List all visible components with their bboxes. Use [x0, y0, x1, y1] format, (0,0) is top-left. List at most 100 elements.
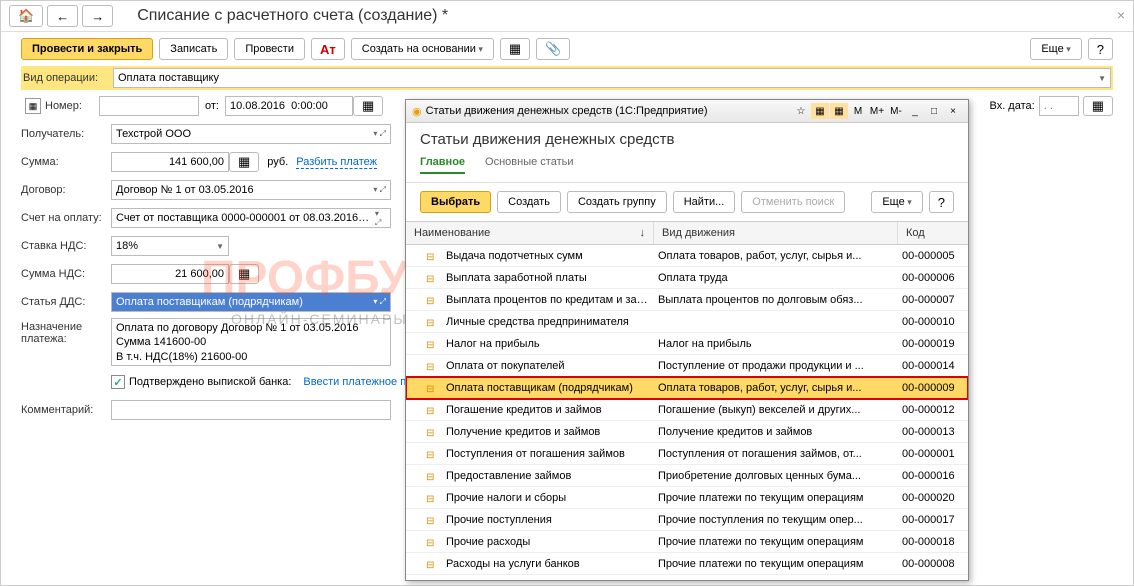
col-name[interactable]: Наименование↓ [406, 222, 654, 244]
cell-name: Расходы на услуги банков [406, 558, 654, 570]
table-row[interactable]: Получение кредитов и займовПолучение кре… [406, 421, 968, 443]
select-button[interactable]: Выбрать [420, 191, 491, 213]
table-row[interactable]: Расходы на услуги банковПрочие платежи п… [406, 553, 968, 575]
help-button[interactable]: ? [1088, 38, 1113, 60]
purpose-textarea[interactable]: Оплата по договору Договор № 1 от 03.05.… [111, 318, 391, 366]
table-row[interactable]: Выплата процентов по кредитам и займамВы… [406, 289, 968, 311]
sum-label: Сумма: [21, 153, 111, 171]
sum-input[interactable] [111, 152, 229, 172]
calendar-button[interactable]: ▦ [353, 96, 383, 116]
vat-sum-input[interactable] [111, 264, 229, 284]
app-icon: ◉ [412, 105, 422, 118]
op-type-select[interactable]: Оплата поставщику▼ [113, 68, 1111, 88]
back-button[interactable]: ← [47, 5, 78, 27]
table-row[interactable]: Прочие расходыПрочие платежи по текущим … [406, 531, 968, 553]
table-row[interactable]: Личные средства предпринимателя00-000010 [406, 311, 968, 333]
table-row[interactable]: Поступления от погашения займовПоступлен… [406, 443, 968, 465]
save-button[interactable]: Записать [159, 38, 228, 60]
forward-button[interactable]: → [82, 5, 113, 27]
find-button[interactable]: Найти... [673, 191, 736, 213]
mplus-icon[interactable]: M+ [868, 103, 886, 119]
table-row[interactable]: Оплата от покупателейПоступление от прод… [406, 355, 968, 377]
attach-button[interactable]: 📎 [536, 38, 570, 60]
fav-icon[interactable]: ☆ [792, 103, 810, 119]
date-input[interactable] [225, 96, 353, 116]
calc2-icon[interactable]: ▦ [811, 103, 829, 119]
create-button[interactable]: Создать [497, 191, 561, 213]
dk-button[interactable]: Aт [311, 38, 345, 60]
table-row[interactable]: Выплата заработной платыОплата труда00-0… [406, 267, 968, 289]
chevron-icon: ▼ [216, 242, 224, 251]
currency-label: руб. [267, 156, 288, 168]
post-button[interactable]: Провести [234, 38, 305, 60]
payee-select[interactable]: Техстрой ООО▾ ⤢ [111, 124, 391, 144]
cell-code: 00-000006 [898, 272, 968, 284]
payee-value: Техстрой ООО [116, 128, 191, 140]
post-and-close-button[interactable]: Провести и закрыть [21, 38, 153, 60]
vh-date-input[interactable] [1039, 96, 1079, 116]
col-move[interactable]: Вид движения [654, 222, 898, 244]
cell-name: Предоставление займов [406, 470, 654, 482]
chevron-icon: ▾ ⤢ [373, 297, 386, 307]
invoice-select[interactable]: Счет от поставщика 0000-000001 от 08.03.… [111, 208, 391, 228]
split-payment-link[interactable]: Разбить платеж [296, 156, 377, 169]
cell-name: Выплата заработной платы [406, 272, 654, 284]
cell-code: 00-000018 [898, 536, 968, 548]
num-label: Номер: [45, 97, 99, 115]
vat-sum-label: Сумма НДС: [21, 265, 111, 283]
dds-value: Оплата поставщикам (подрядчикам) [116, 296, 303, 308]
vat-rate-value: 18% [116, 240, 138, 252]
mminus-icon[interactable]: M- [887, 103, 905, 119]
table-row[interactable]: Прочие налоги и сборыПрочие платежи по т… [406, 487, 968, 509]
comment-input[interactable] [111, 400, 391, 420]
sum-calc-button[interactable]: ▦ [229, 152, 259, 172]
vh-date-cal-button[interactable]: ▦ [1083, 96, 1113, 116]
tab-other[interactable]: Основные статьи [485, 152, 573, 174]
contract-value: Договор № 1 от 03.05.2016 [116, 184, 254, 196]
close-dialog-icon[interactable]: × [944, 103, 962, 119]
print-button[interactable]: ▦ [500, 38, 530, 60]
invoice-label: Счет на оплату: [21, 209, 111, 227]
table-body: Выдача подотчетных суммОплата товаров, р… [406, 245, 968, 585]
chevron-icon: ▾ ⤢ [375, 209, 386, 228]
dialog-wintitle: Статьи движения денежных средств (1С:Пре… [426, 105, 708, 117]
dialog-more-button[interactable]: Еще [871, 191, 922, 213]
cell-code: 00-000005 [898, 250, 968, 262]
vh-date-label: Вх. дата: [989, 100, 1034, 112]
cell-name: Выдача подотчетных сумм [406, 250, 654, 262]
cancel-find-button[interactable]: Отменить поиск [741, 191, 845, 213]
table-row[interactable]: Оплата поставщикам (подрядчикам)Оплата т… [406, 377, 968, 399]
tab-main[interactable]: Главное [420, 152, 465, 174]
table-row[interactable]: Выдача подотчетных суммОплата товаров, р… [406, 245, 968, 267]
cell-code: 00-000007 [898, 294, 968, 306]
cell-move: Приобретение долговых ценных бума... [654, 470, 898, 482]
col-code[interactable]: Код [898, 222, 968, 244]
dds-select[interactable]: Оплата поставщикам (подрядчикам) ▾ ⤢ [111, 292, 391, 312]
home-button[interactable]: 🏠 [9, 5, 43, 27]
cell-code: 00-000014 [898, 360, 968, 372]
maximize-icon[interactable]: □ [925, 103, 943, 119]
vat-rate-select[interactable]: 18% ▼ [111, 236, 229, 256]
table-row[interactable]: Предоставление займовПриобретение долгов… [406, 465, 968, 487]
cal-icon[interactable]: ▦ [830, 103, 848, 119]
cell-move: Поступление от продажи продукции и ... [654, 360, 898, 372]
minimize-icon[interactable]: _ [906, 103, 924, 119]
number-input[interactable] [99, 96, 199, 116]
cell-code: 00-000008 [898, 558, 968, 570]
calc-icon[interactable]: ▦ [25, 98, 41, 114]
dialog-heading: Статьи движения денежных средств [406, 123, 968, 152]
close-icon[interactable]: × [1117, 7, 1125, 23]
table-row[interactable]: Прочие поступленияПрочие поступления по … [406, 509, 968, 531]
vat-calc-button[interactable]: ▦ [229, 264, 259, 284]
more-button[interactable]: Еще [1030, 38, 1081, 60]
table-row[interactable]: Погашение кредитов и займовПогашение (вы… [406, 399, 968, 421]
dialog-help-button[interactable]: ? [929, 191, 954, 213]
confirmed-checkbox[interactable]: ✓ [111, 375, 125, 389]
create-group-button[interactable]: Создать группу [567, 191, 667, 213]
contract-select[interactable]: Договор № 1 от 03.05.2016▾ ⤢ [111, 180, 391, 200]
m-icon[interactable]: M [849, 103, 867, 119]
table-row[interactable]: Налог на прибыльНалог на прибыль00-00001… [406, 333, 968, 355]
create-based-button[interactable]: Создать на основании [351, 38, 494, 60]
cell-move: Прочие платежи по текущим операциям [654, 492, 898, 504]
cell-name: Налог на прибыль [406, 338, 654, 350]
